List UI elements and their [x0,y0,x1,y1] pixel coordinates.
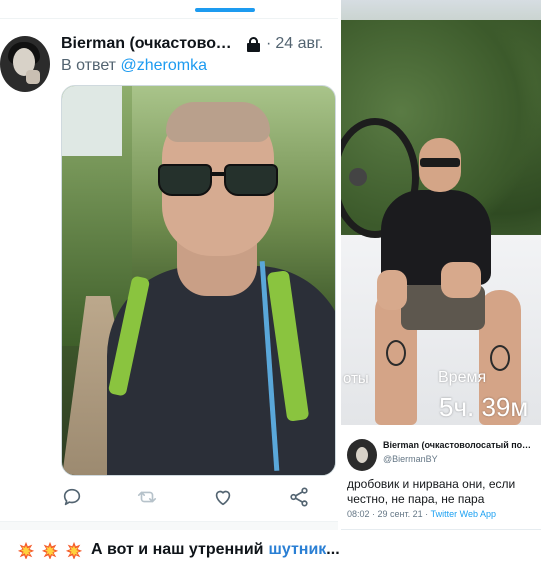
reply-line: В ответ @zheromka [61,57,207,75]
dot-separator: · [266,35,272,52]
tweet-date[interactable]: 24 авг. [275,35,323,53]
caption-link[interactable]: шутник [269,541,327,559]
embedded-tweet[interactable]: Bierman (очкастовол­осатый под... @Bierm… [341,425,541,530]
mini-tweet-meta: 08:02 · 29 сент. 21 · Twitter Web App [347,509,496,519]
photo-bike-hub [349,168,367,186]
lock-icon [247,36,260,52]
caption-text: А вот и наш утренний [91,541,264,558]
reply-prefix: В ответ [61,57,117,74]
mini-tweet-time: 08:02 · 29 сент. 21 · [347,509,429,519]
overlay-stat-label-cut: оты [343,370,369,387]
mini-handle[interactable]: @BiermanBY [383,454,438,464]
photo-sunglasses [158,164,278,198]
mini-tweet-source[interactable]: Twitter Web App [431,509,496,519]
collision-emoji-icon [17,541,35,559]
photo-right-arm [441,262,481,298]
overlay-time-label: Время [438,369,487,386]
photo-person-hair [166,102,270,142]
collision-emoji-icon [65,541,83,559]
retweet-icon[interactable] [136,486,158,508]
avatar-hand [26,70,40,84]
collision-emoji-icon [41,541,59,559]
like-icon[interactable] [212,486,234,508]
photo-left-arm [377,270,407,310]
tweet-actions [61,486,336,508]
tattoo-right [490,345,510,371]
mini-display-name[interactable]: Bierman (очкастовол­осатый под... [383,440,535,450]
tweet-header: Bierman (очкастовол… · 24 авг. [61,34,336,54]
share-icon[interactable] [288,486,310,508]
tweet-photo[interactable] [61,85,336,476]
tattoo-left [386,340,406,366]
overlay-time-value: 5ч. 39м [439,392,529,422]
mini-avatar[interactable] [347,439,377,471]
caption-suffix: ... [326,541,340,558]
active-tab-indicator [195,8,255,12]
right-photo[interactable]: оты Время 5ч. 39м [341,0,541,425]
photo-sunglasses [420,158,460,167]
message-caption: А вот и наш утренний шутник ... [17,539,340,561]
bottom-separator [0,521,338,530]
reply-handle-link[interactable]: @zheromka [120,57,207,74]
display-name[interactable]: Bierman (очкастовол… [61,35,239,53]
photo-sky [62,86,122,156]
left-tweet-screenshot: Bierman (очкастовол… · 24 авг. В ответ @… [0,0,338,530]
top-divider [0,18,338,19]
avatar[interactable] [0,36,50,92]
reply-icon[interactable] [61,486,83,508]
mini-tweet-text: дробовик и нирвана они, если честно, не … [347,477,516,506]
